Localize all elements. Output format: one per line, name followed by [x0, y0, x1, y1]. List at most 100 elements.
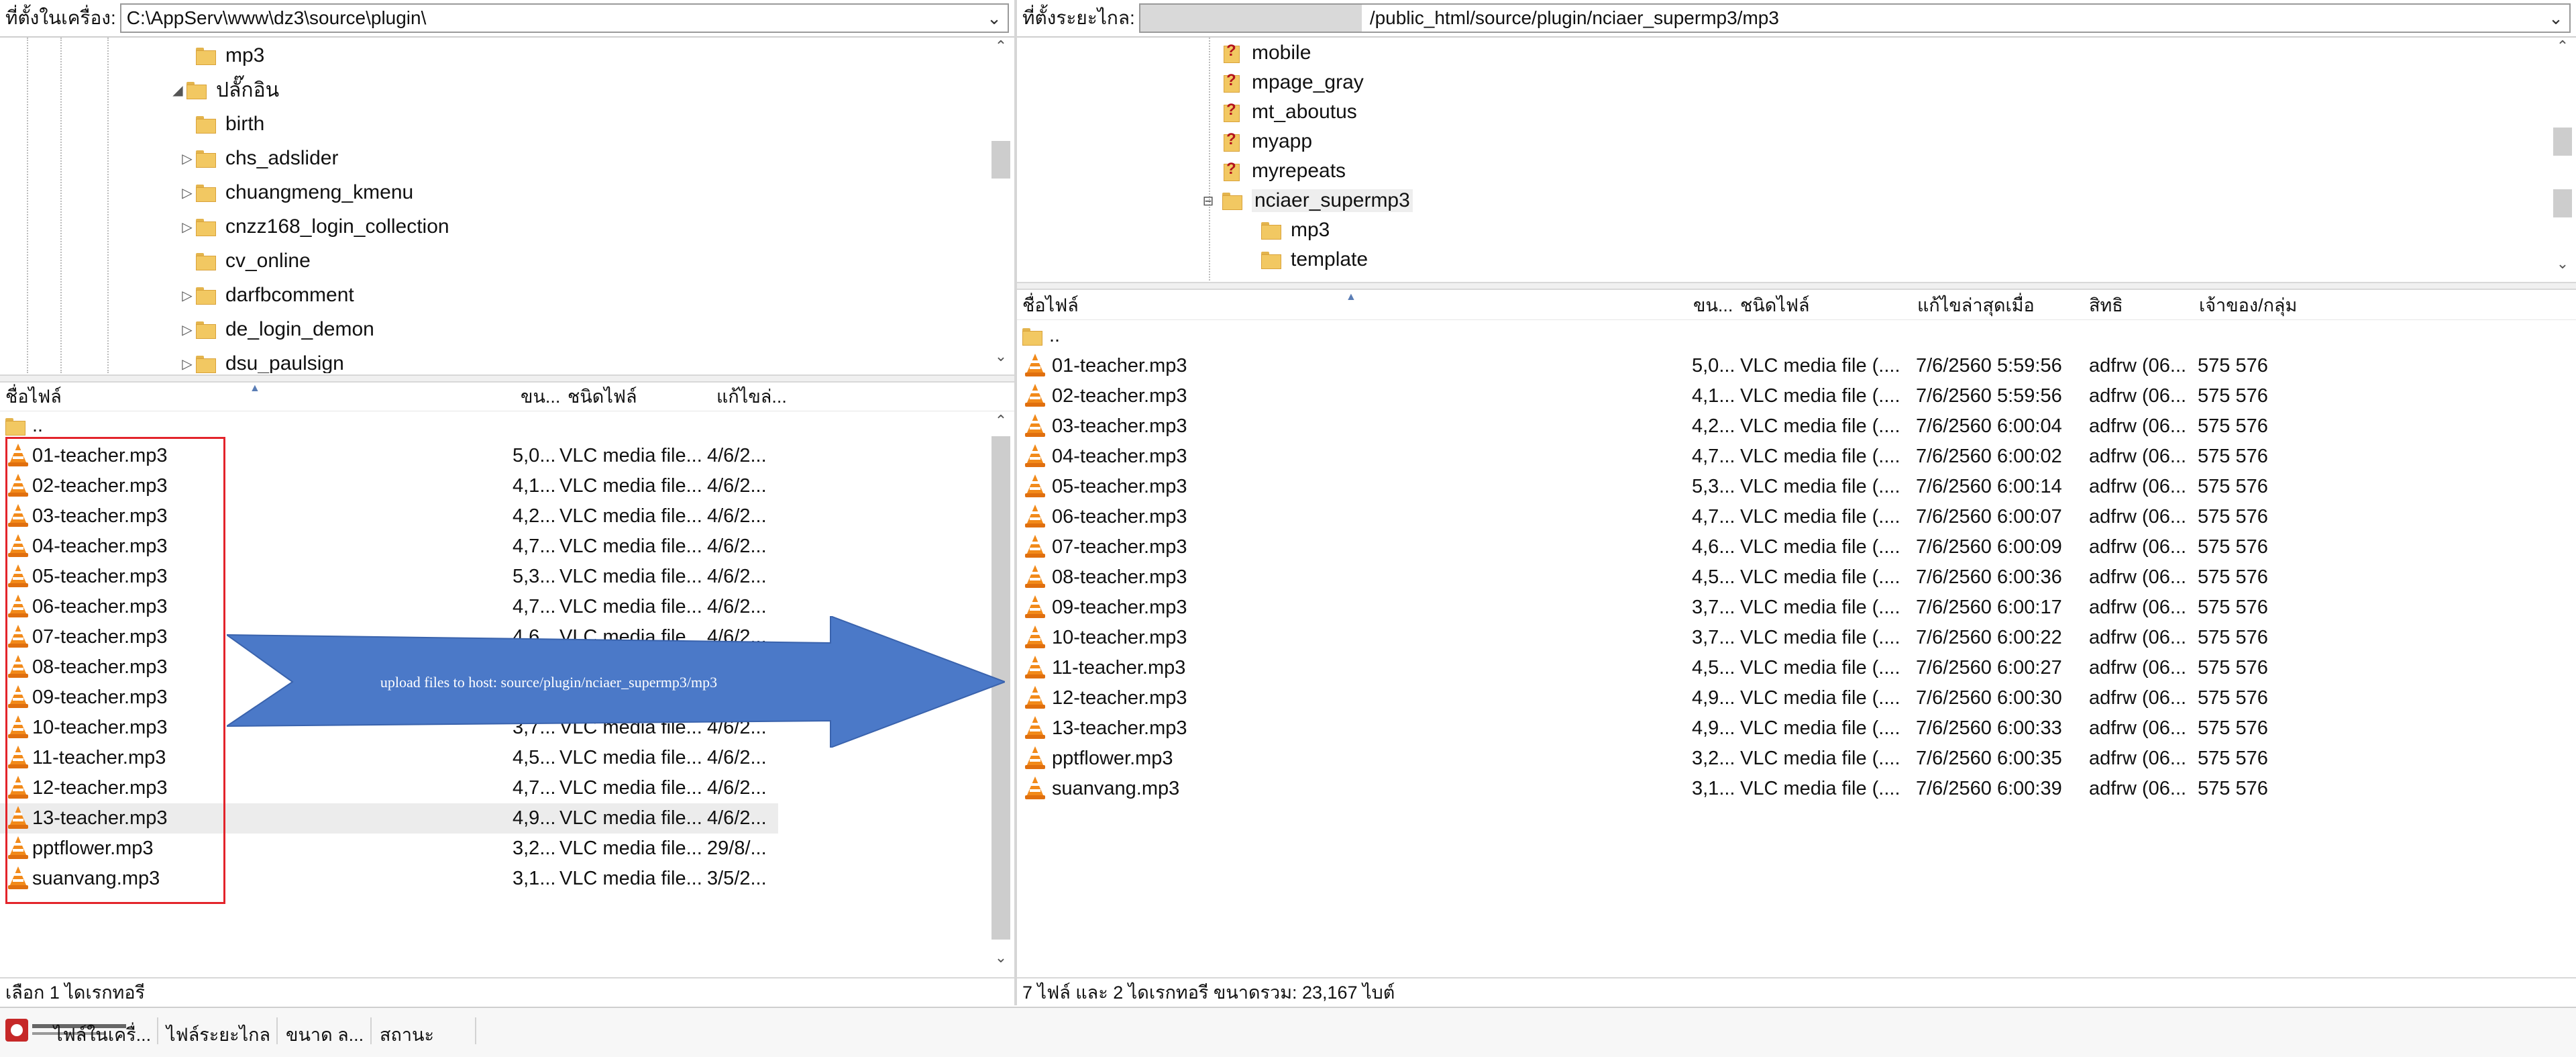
local-path-input[interactable]: C:\AppServ\www\dz3\source\plugin\ ⌄: [119, 3, 1009, 33]
unknown-folder-icon: ?: [1222, 160, 1240, 181]
file-type: VLC media file...: [559, 777, 702, 799]
scroll-down-icon[interactable]: ⌄: [987, 348, 1014, 365]
file-permissions: adfrw (06...: [2089, 778, 2187, 799]
tree-expander-icon[interactable]: ◢: [169, 82, 186, 99]
selection-highlight-box: [5, 437, 225, 904]
scroll-thumb[interactable]: [2553, 128, 2572, 156]
queue-col-size[interactable]: ขนาด ล...: [286, 1020, 364, 1049]
tree-node[interactable]: ? myapp: [1017, 125, 2549, 158]
tree-node[interactable]: ? mobile: [1017, 38, 2549, 70]
file-row[interactable]: pptflower.mp3 3,2... VLC media file (.... 7…: [1017, 744, 2546, 774]
scroll-down-icon[interactable]: ⌄: [987, 949, 1014, 966]
file-row[interactable]: 08-teacher.mp3 4,5... VLC media file (....…: [1017, 562, 2546, 593]
folder-icon: [5, 417, 25, 436]
file-type: VLC media file (....: [1740, 415, 1900, 437]
tree-node[interactable]: ▷ dsu_paulsign: [0, 347, 987, 373]
queue-col-local-file[interactable]: ไฟล์ในเครื่...: [54, 1020, 151, 1049]
tree-node[interactable]: ▷ cnzz168_login_collection: [0, 210, 987, 244]
tree-node[interactable]: ⊟ nciaer_supermp3: [1017, 184, 2549, 217]
file-row[interactable]: 03-teacher.mp3 4,2... VLC media file (....…: [1017, 411, 2546, 442]
tree-expander-icon[interactable]: ▷: [178, 150, 196, 167]
tree-node[interactable]: ▷ darfbcomment: [0, 279, 987, 312]
tree-node[interactable]: ? mt_aboutus: [1017, 95, 2549, 129]
tree-collapse-icon[interactable]: ⊟: [1199, 193, 1217, 209]
tree-node[interactable]: birth: [0, 107, 987, 141]
tree-node[interactable]: ▷ chs_adslider: [0, 142, 987, 175]
local-directory-tree[interactable]: mp3 ◢ ปลั๊กอิน birth ▷ chs_adslider ▷ chuangmen…: [0, 38, 1014, 373]
file-name: 13-teacher.mp3: [1052, 717, 1187, 739]
folder-icon: [196, 149, 216, 168]
file-row[interactable]: 01-teacher.mp3 5,0... VLC media file (....…: [1017, 351, 2546, 381]
file-row[interactable]: 02-teacher.mp3 4,1... VLC media file (....…: [1017, 381, 2546, 411]
file-row[interactable]: 10-teacher.mp3 3,7... VLC media file (....…: [1017, 623, 2546, 653]
tree-node[interactable]: mp3: [1017, 213, 2549, 247]
tree-node[interactable]: ? mpage_gray: [1017, 66, 2549, 99]
file-row[interactable]: 04-teacher.mp3 4,7... VLC media file (....…: [1017, 442, 2546, 472]
col-header-size[interactable]: ขน...: [1693, 291, 1733, 319]
chevron-down-icon[interactable]: ⌄: [2542, 8, 2569, 29]
col-header-type[interactable]: ชนิดไฟล์: [568, 382, 637, 411]
col-header-filename[interactable]: ชื่อไฟล์: [5, 382, 62, 411]
scroll-up-icon[interactable]: ⌃: [987, 38, 1014, 55]
file-modified: 7/6/2560 6:00:35: [1916, 748, 2062, 769]
tree-node[interactable]: ▷ chuangmeng_kmenu: [0, 176, 987, 209]
remote-path-input[interactable]: /public_html/source/plugin/nciaer_superm…: [1138, 3, 2571, 33]
file-type: VLC media file...: [559, 536, 702, 557]
file-row[interactable]: 09-teacher.mp3 3,7... VLC media file (....…: [1017, 593, 2546, 623]
col-header-filename[interactable]: ชื่อไฟล์: [1022, 291, 1079, 319]
queue-col-status[interactable]: สถานะ: [380, 1020, 434, 1049]
tree-node[interactable]: cv_online: [0, 244, 987, 278]
tree-expander-icon[interactable]: ▷: [178, 287, 196, 304]
folder-icon: [196, 183, 216, 202]
tree-expander-icon[interactable]: ▷: [178, 185, 196, 201]
vlc-file-icon: [1025, 686, 1045, 709]
file-size: 4,9...: [1692, 717, 1735, 739]
file-size: 5,3...: [513, 566, 556, 587]
file-permissions: adfrw (06...: [2089, 476, 2187, 497]
file-name: 05-teacher.mp3: [1052, 476, 1187, 497]
queue-col-remote-file[interactable]: ไฟล์ระยะไกล: [166, 1020, 270, 1049]
file-row[interactable]: suanvang.mp3 3,1... VLC media file (.... 7/…: [1017, 774, 2546, 804]
col-header-type[interactable]: ชนิดไฟล์: [1740, 291, 1810, 319]
file-type: VLC media file...: [559, 505, 702, 527]
tree-node[interactable]: ◢ ปลั๊กอิน: [0, 73, 987, 107]
tree-expander-icon[interactable]: ▷: [178, 321, 196, 338]
tree-node-label: dsu_paulsign: [225, 352, 344, 373]
file-row[interactable]: 06-teacher.mp3 4,7... VLC media file (....…: [1017, 502, 2546, 532]
tree-node[interactable]: ? myrepeats: [1017, 154, 2549, 188]
col-header-modified[interactable]: แก้ไขล่...: [716, 382, 787, 411]
scroll-thumb[interactable]: [991, 141, 1010, 179]
scroll-up-icon[interactable]: ⌃: [987, 412, 1014, 430]
folder-icon: [196, 252, 216, 270]
scroll-thumb[interactable]: [2553, 189, 2572, 217]
local-tree-scrollbar[interactable]: ⌃ ⌄: [987, 38, 1014, 373]
remote-tree-scrollbar[interactable]: ⌃ ⌄: [2549, 38, 2576, 281]
tree-node[interactable]: ▷ de_login_demon: [0, 313, 987, 346]
file-row[interactable]: 11-teacher.mp3 4,5... VLC media file (....…: [1017, 653, 2546, 683]
col-header-size[interactable]: ขน...: [521, 382, 560, 411]
tree-node[interactable]: mp3: [0, 39, 987, 72]
local-path-label: ที่ตั้งในเครื่อง:: [5, 7, 116, 28]
parent-directory-row[interactable]: ..: [1017, 321, 2546, 351]
remote-directory-tree[interactable]: ? mobile? mpage_gray? mt_aboutus? myapp? myre…: [1017, 38, 2576, 281]
file-row[interactable]: 13-teacher.mp3 4,9... VLC media file (....…: [1017, 713, 2546, 744]
col-header-owner[interactable]: เจ้าของ/กลุ่ม: [2199, 291, 2297, 319]
file-row[interactable]: 07-teacher.mp3 4,6... VLC media file (....…: [1017, 532, 2546, 562]
vlc-file-icon: [1025, 505, 1045, 527]
tree-node[interactable]: template: [1017, 243, 2549, 276]
scroll-up-icon[interactable]: ⌃: [2549, 38, 2576, 55]
folder-icon: [196, 115, 216, 134]
tree-expander-icon[interactable]: ▷: [178, 356, 196, 372]
file-modified: 3/5/2...: [707, 868, 767, 889]
file-row[interactable]: 05-teacher.mp3 5,3... VLC media file (....…: [1017, 472, 2546, 502]
tree-expander-icon[interactable]: ▷: [178, 219, 196, 236]
col-header-permissions[interactable]: สิทธิ: [2089, 291, 2123, 319]
file-permissions: adfrw (06...: [2089, 597, 2187, 618]
col-header-modified[interactable]: แก้ไขล่าสุดเมื่อ: [1917, 291, 2035, 319]
scroll-down-icon[interactable]: ⌄: [2549, 255, 2576, 272]
file-row[interactable]: 12-teacher.mp3 4,9... VLC media file (....…: [1017, 683, 2546, 713]
vlc-file-icon: [1025, 595, 1045, 618]
chevron-down-icon[interactable]: ⌄: [981, 8, 1008, 29]
remote-splitter[interactable]: [1017, 282, 2576, 290]
vlc-file-icon: [1025, 535, 1045, 558]
